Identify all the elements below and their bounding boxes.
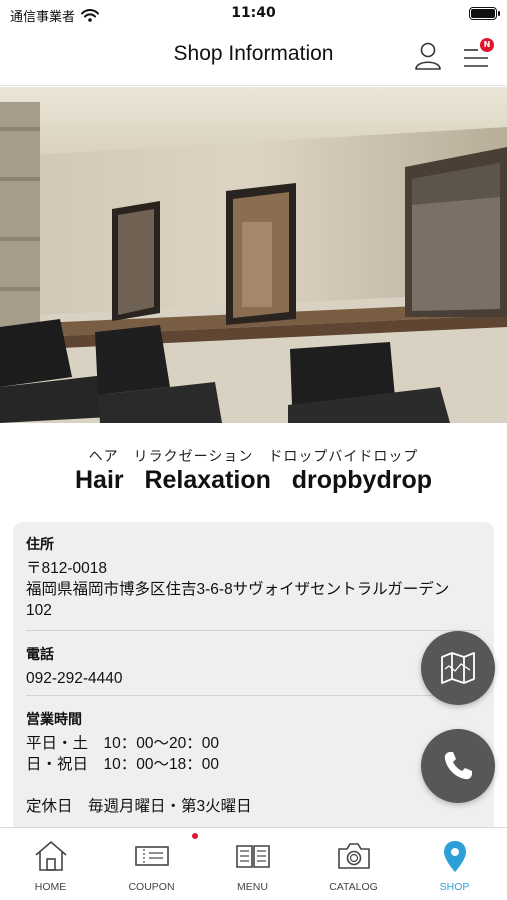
call-button[interactable] xyxy=(421,729,495,803)
coupon-notification-dot xyxy=(192,833,198,839)
address-section: 住所 〒812-0018 福岡県福岡市博多区住吉3-6-8サヴォイザセントラルガ… xyxy=(26,534,481,621)
status-bar: 通信事業者 11:40 xyxy=(0,0,507,28)
hours-label: 営業時間 xyxy=(26,712,82,728)
tab-coupon[interactable]: COUPON xyxy=(101,828,202,900)
account-button[interactable] xyxy=(410,38,446,74)
user-icon xyxy=(415,42,441,70)
tab-shop[interactable]: SHOP xyxy=(404,828,505,900)
phone-label: 電話 xyxy=(26,647,54,663)
tab-label: COUPON xyxy=(128,881,175,893)
shop-photo xyxy=(0,87,507,423)
phone-section: 電話 092-292-4440 xyxy=(26,644,481,689)
tab-label: MENU xyxy=(237,881,268,893)
divider xyxy=(26,630,481,631)
battery-icon xyxy=(469,7,500,20)
closed-days: 定休日 毎週月曜日・第3火曜日 xyxy=(26,798,252,815)
tab-catalog[interactable]: CATALOG xyxy=(303,828,404,900)
shop-name-kana: ヘア リラクゼーション ドロップバイドロップ xyxy=(88,449,419,465)
notification-badge: N xyxy=(480,38,494,52)
shop-info-card: 住所 〒812-0018 福岡県福岡市博多区住吉3-6-8サヴォイザセントラルガ… xyxy=(13,522,494,842)
tab-label: SHOP xyxy=(439,881,470,893)
divider xyxy=(26,695,481,696)
status-time: 11:40 xyxy=(231,5,276,21)
tab-menu[interactable]: MENU xyxy=(202,828,303,900)
location-pin-icon xyxy=(444,841,466,872)
tab-label: CATALOG xyxy=(329,881,378,893)
tab-label: HOME xyxy=(34,881,67,893)
map-button[interactable] xyxy=(421,631,495,705)
home-icon xyxy=(35,840,67,871)
phone-icon xyxy=(444,752,472,780)
address-label: 住所 xyxy=(26,537,54,553)
tab-home[interactable]: HOME xyxy=(0,828,101,900)
menu-button[interactable]: N xyxy=(458,38,498,74)
address-value: 〒812-0018 福岡県福岡市博多区住吉3-6-8サヴォイザセントラルガーデン… xyxy=(26,560,450,619)
hours-section: 営業時間 平日・土 10：00〜20：00 日・祝日 10：00〜18：00 定… xyxy=(26,709,481,817)
camera-icon xyxy=(338,843,370,869)
header: Shop Information N xyxy=(0,28,507,86)
phone-value[interactable]: 092-292-4440 xyxy=(26,668,481,689)
hours-value: 平日・土 10：00〜20：00 日・祝日 10：00〜18：00 xyxy=(26,735,219,773)
shop-name: Hair Relaxation dropbydrop xyxy=(75,466,432,494)
coupon-icon xyxy=(135,846,169,866)
menu-book-icon xyxy=(236,845,270,868)
map-icon xyxy=(441,652,475,684)
tab-bar: HOME COUPON MENU CATALOG SHOP xyxy=(0,827,507,900)
